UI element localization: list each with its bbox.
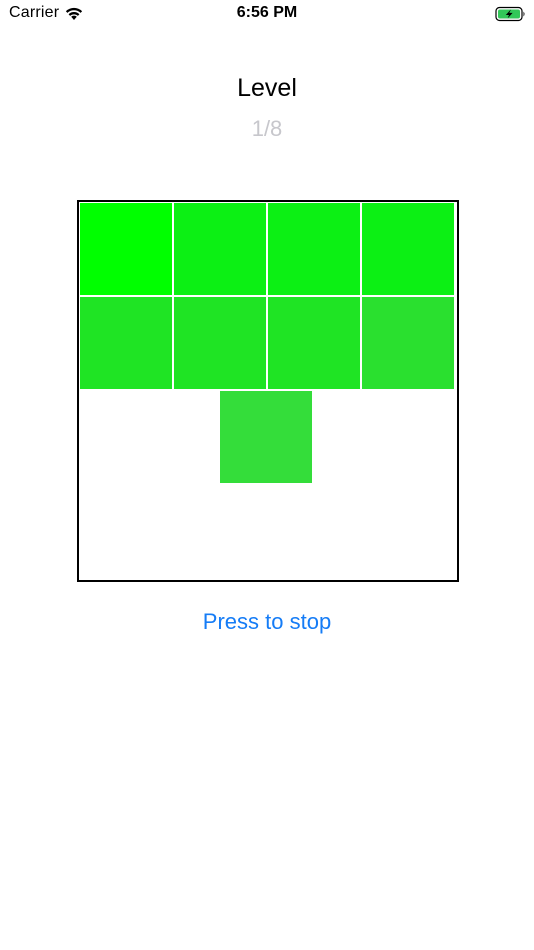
level-title: Level [237, 74, 297, 102]
board-tile [174, 203, 266, 295]
status-bar: Carrier 6:56 PM [0, 0, 534, 28]
status-time: 6:56 PM [236, 4, 298, 21]
battery-charging-icon [495, 6, 527, 22]
board-tile [80, 203, 172, 295]
game-board[interactable] [77, 200, 459, 582]
board-tile [268, 203, 360, 295]
board-tile [80, 297, 172, 389]
board-tile [362, 297, 454, 389]
board-tile [268, 297, 360, 389]
board-tile [174, 297, 266, 389]
board-tile [362, 203, 454, 295]
level-progress: 1/8 [251, 116, 283, 141]
board-tile [220, 391, 312, 483]
stop-button[interactable]: Press to stop [0, 609, 534, 635]
